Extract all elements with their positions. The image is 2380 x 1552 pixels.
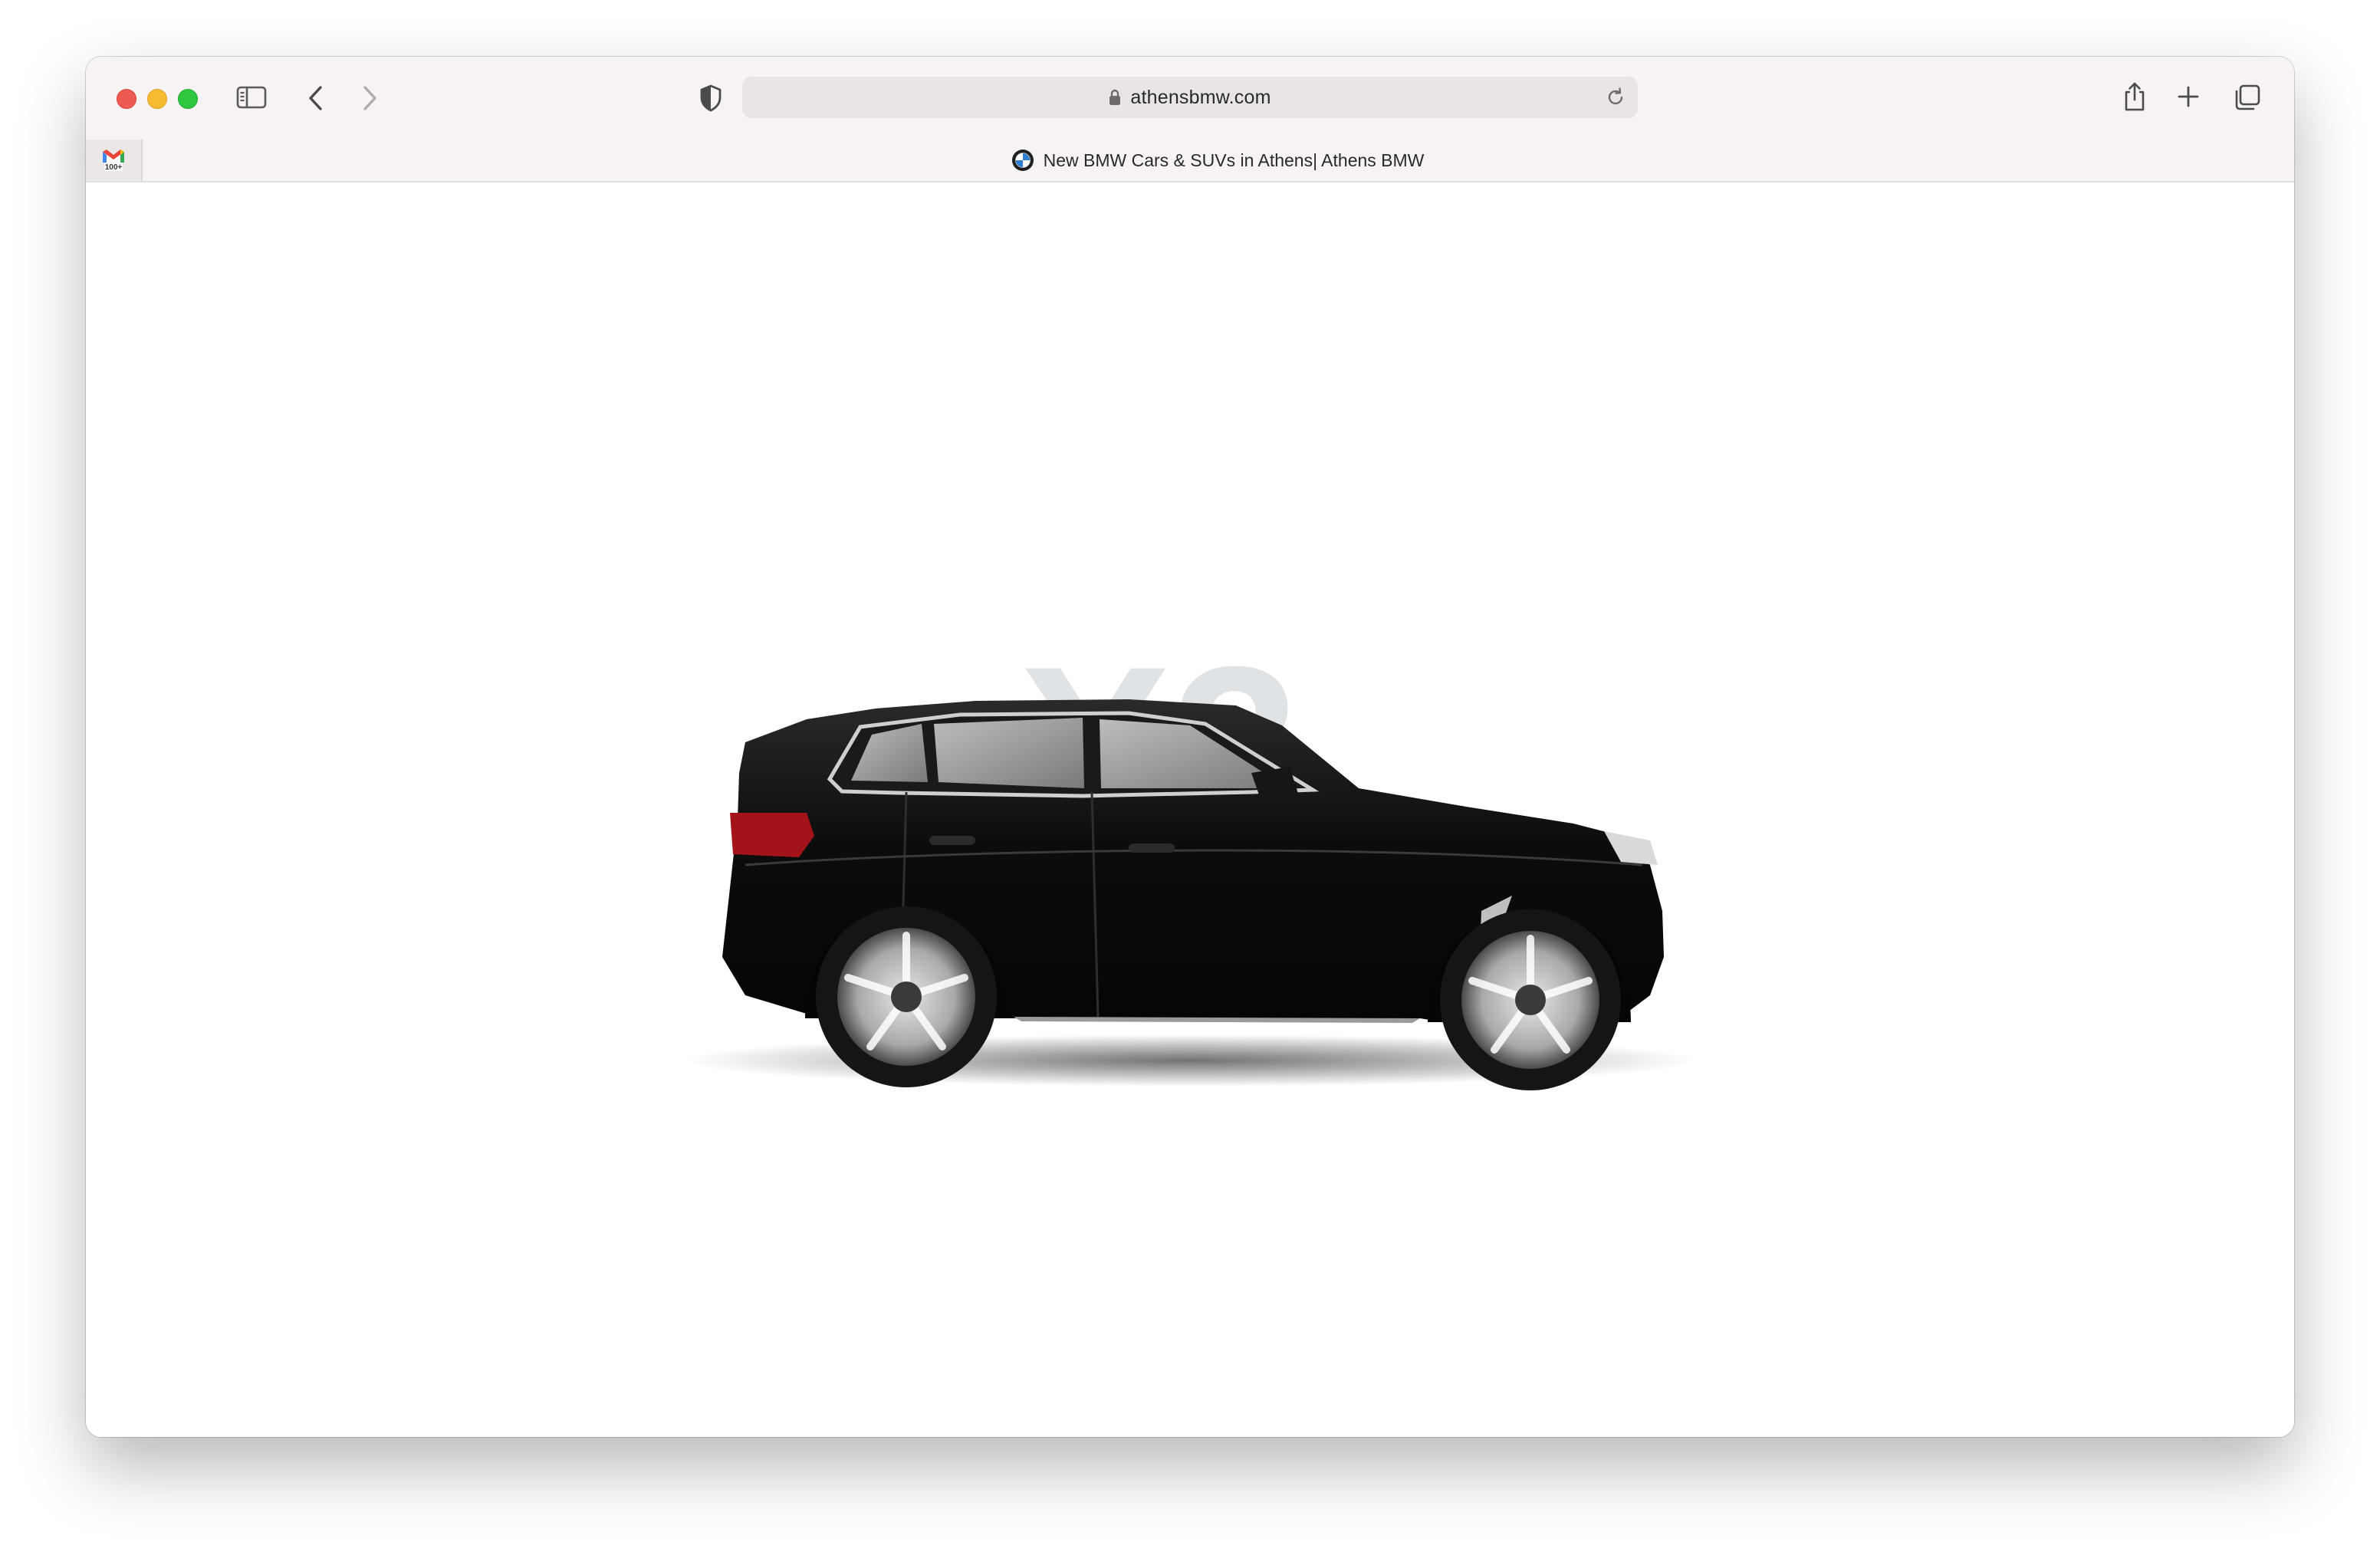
close-window-button[interactable] (117, 89, 136, 109)
new-tab-plus-icon[interactable] (2175, 83, 2202, 110)
reload-icon[interactable] (1604, 86, 1627, 109)
bmw-logo-icon (1011, 149, 1034, 172)
tab-bar: 100+ New BMW Cars & SUVs in Athens| Athe… (86, 140, 2294, 181)
lock-icon (1109, 89, 1121, 106)
privacy-shield-icon[interactable] (698, 83, 724, 113)
url-text: athensbmw.com (1130, 86, 1271, 108)
tab-title: New BMW Cars & SUVs in Athens| Athens BM… (1043, 150, 1425, 170)
rear-door-glass (934, 718, 1084, 788)
tail-light (730, 813, 814, 857)
door-handle (929, 836, 975, 845)
minimize-window-button[interactable] (147, 89, 167, 109)
forward-chevron-icon[interactable] (356, 83, 383, 113)
back-chevron-icon[interactable] (302, 83, 330, 113)
pinned-tab-gmail[interactable]: 100+ (86, 140, 143, 181)
rear-wheel (816, 906, 997, 1087)
share-icon[interactable] (2121, 80, 2148, 113)
front-wheel (1440, 909, 1621, 1090)
browser-window: athensbmw.com 100+ New BMW Cars & SUVs i… (86, 57, 2294, 1437)
sidebar-toggle-icon[interactable] (236, 84, 267, 110)
tab-overview-icon[interactable] (2233, 83, 2262, 112)
browser-toolbar: athensbmw.com 100+ New BMW Cars & SUVs i… (86, 57, 2294, 182)
tab-athens-bmw[interactable]: New BMW Cars & SUVs in Athens| Athens BM… (141, 140, 2294, 181)
page-content: X3 (86, 182, 2294, 1437)
maximize-window-button[interactable] (178, 89, 198, 109)
gmail-badge-count: 100+ (105, 163, 123, 172)
address-bar[interactable]: athensbmw.com (742, 77, 1638, 118)
hero-vehicle: X3 (684, 635, 1696, 1090)
gmail-icon: 100+ (103, 150, 124, 172)
door-handle (1129, 843, 1175, 853)
